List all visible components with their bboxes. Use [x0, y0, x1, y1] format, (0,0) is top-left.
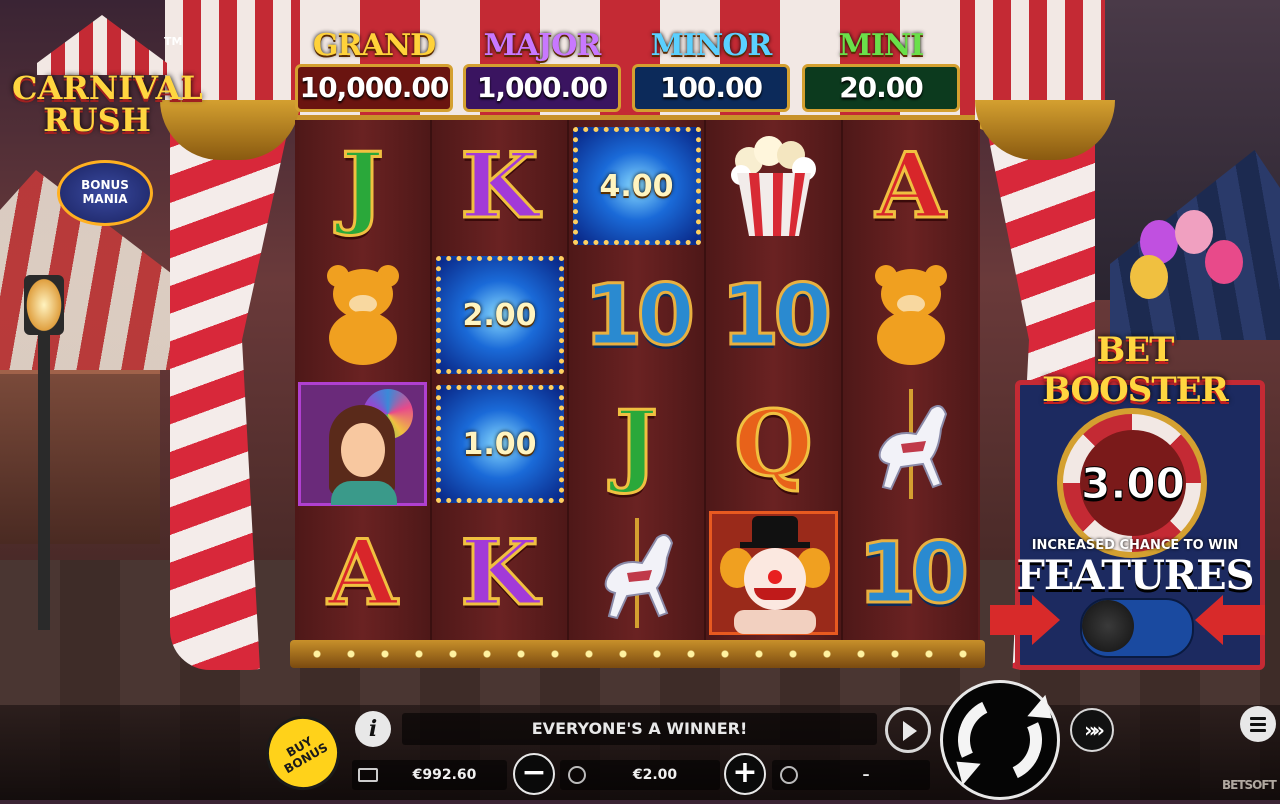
bonus-mania-badge: BONUS MANIA	[57, 160, 153, 226]
balance-field: €992.60	[352, 760, 507, 790]
reel-cell: Q	[706, 380, 841, 508]
jackpot-value: 20.00	[802, 64, 960, 112]
marquee-lights	[300, 650, 975, 658]
info-button[interactable]: i	[355, 711, 391, 747]
reel-cell: K	[432, 509, 567, 637]
autoplay-button[interactable]	[885, 707, 931, 753]
game-logo: CARNIVAL RUSH BONUS MANIA TM	[12, 10, 203, 226]
increase-bet-button[interactable]: +	[724, 753, 766, 795]
showgirl-icon	[298, 382, 427, 506]
teddy-bear-icon	[319, 265, 407, 365]
jackpot-name: MAJOR	[483, 28, 602, 63]
booster-features-label: FEATURES	[1016, 552, 1255, 599]
reel-cell	[843, 251, 978, 379]
balance-value: €992.60	[412, 767, 477, 783]
reel-cell: A	[843, 122, 978, 250]
jackpot-minor: MINOR 100.00	[632, 28, 790, 112]
decrease-bet-button[interactable]: −	[513, 753, 555, 795]
reel-grid: J A K 2.00 1.00 K 4.00 10 J 10 Q A 10	[295, 120, 980, 645]
cash-symbol: 1.00	[435, 385, 564, 503]
jackpot-value: 1,000.00	[463, 64, 621, 112]
logo-title: CARNIVAL RUSH	[12, 69, 203, 139]
symbol-ten: 10	[583, 265, 697, 366]
symbol-letter: A	[326, 519, 399, 628]
reel-cell	[843, 380, 978, 508]
message-banner: EVERYONE'S A WINNER!	[402, 713, 877, 745]
jackpot-major: MAJOR 1,000.00	[463, 28, 621, 112]
win-field: –	[772, 760, 930, 790]
symbol-letter: K	[459, 519, 540, 628]
jackpot-mini: MINI 20.00	[802, 28, 960, 112]
reel-cell	[295, 380, 430, 508]
balloons	[1130, 210, 1250, 310]
jackpot-value: 10,000.00	[295, 64, 453, 112]
reel-cell: 1.00	[432, 380, 567, 508]
symbol-letter: Q	[733, 390, 814, 499]
logo-tent-icon	[37, 15, 167, 75]
wallet-icon	[358, 768, 378, 782]
reel-cell	[706, 122, 841, 250]
booster-subtitle: INCREASED CHANCE TO WIN	[1031, 538, 1239, 553]
reel-cell: 10	[569, 251, 704, 379]
symbol-ten: 10	[720, 265, 834, 366]
play-icon	[903, 721, 917, 741]
symbol-letter: A	[874, 132, 947, 241]
booster-wheel-center: 3.00	[1080, 430, 1186, 536]
symbol-letter: K	[459, 132, 540, 241]
carnival-booth	[0, 370, 160, 544]
popcorn-icon	[730, 136, 816, 236]
menu-button[interactable]	[1240, 706, 1276, 742]
jackpot-value: 100.00	[632, 64, 790, 112]
hamburger-icon	[1250, 716, 1266, 720]
bet-booster-title: BET BOOSTER	[1042, 330, 1229, 410]
reel-cell: K	[432, 122, 567, 250]
reel-cell: A	[295, 509, 430, 637]
clown-icon	[709, 511, 838, 635]
bet-value: €2.00	[632, 767, 678, 783]
reel-cell: J	[295, 122, 430, 250]
reel-cell: J	[569, 380, 704, 508]
toggle-knob[interactable]	[1082, 600, 1134, 652]
win-value: –	[862, 767, 870, 783]
bet-booster-panel: BET BOOSTER 3.00 INCREASED CHANCE TO WIN…	[990, 330, 1270, 670]
symbol-ten: 10	[857, 523, 971, 624]
street-lamp-light	[24, 275, 64, 335]
reel-cell	[706, 509, 841, 637]
jackpot-name: GRAND	[312, 28, 436, 63]
carousel-horse-icon	[604, 518, 673, 628]
reel-cell	[295, 251, 430, 379]
cash-symbol: 2.00	[435, 256, 564, 374]
booster-multiplier: 3.00	[1081, 458, 1186, 508]
teddy-bear-icon	[867, 265, 955, 365]
award-icon	[780, 766, 798, 784]
jackpot-name: MINOR	[650, 28, 773, 63]
symbol-letter: J	[614, 390, 660, 499]
reel-cell: 10	[706, 251, 841, 379]
symbol-letter: J	[340, 132, 386, 241]
provider-logo: BETSOFT	[1222, 778, 1277, 792]
reel-cell	[569, 509, 704, 637]
jackpot-name: MINI	[838, 28, 925, 63]
coins-icon	[568, 766, 586, 784]
reel-cell: 2.00	[432, 251, 567, 379]
trademark: TM	[164, 35, 183, 48]
cash-symbol: 4.00	[572, 127, 701, 245]
turbo-button[interactable]: »»	[1070, 708, 1114, 752]
jackpot-grand: GRAND 10,000.00	[295, 28, 453, 112]
reel-cell: 10	[843, 509, 978, 637]
carousel-horse-icon	[878, 389, 947, 499]
reel-cell: 4.00	[569, 122, 704, 250]
bet-field: €2.00	[560, 760, 720, 790]
